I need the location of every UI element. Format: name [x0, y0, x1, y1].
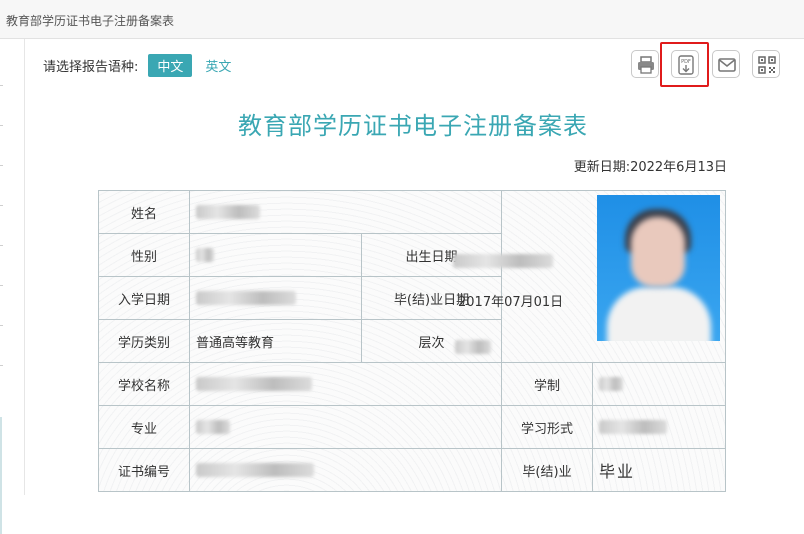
language-label: 请选择报告语种:: [43, 59, 139, 75]
photo-face: [631, 217, 685, 287]
study-form-label: 学习形式: [501, 405, 593, 449]
redacted-value: [599, 420, 667, 434]
photo-body: [607, 287, 711, 341]
pdf-button-highlight: [660, 42, 709, 87]
language-selector: 请选择报告语种: 中文 英文: [43, 53, 240, 77]
print-icon: [638, 56, 654, 74]
status-label: 毕(结)业: [501, 448, 593, 492]
redacted-value: [599, 377, 623, 391]
sidebar-tick: [0, 325, 3, 326]
window-titlebar: 教育部学历证书电子注册备案表: [0, 0, 804, 39]
update-date: 更新日期:2022年6月13日: [573, 160, 727, 175]
major-value: [189, 405, 502, 449]
redacted-value: [196, 377, 312, 391]
duration-value: [592, 362, 726, 406]
enroll-value: [189, 276, 362, 320]
redacted-value: [196, 248, 214, 262]
email-button[interactable]: [712, 50, 740, 78]
birth-value: [453, 250, 553, 269]
sidebar-tick: [0, 365, 3, 366]
window-title: 教育部学历证书电子注册备案表: [6, 14, 175, 28]
sidebar-tick: [0, 165, 3, 166]
qrcode-button[interactable]: [752, 50, 780, 78]
major-label: 专业: [98, 405, 190, 449]
sidebar-tick: [0, 205, 3, 206]
sidebar-tick: [0, 85, 3, 86]
name-label: 姓名: [98, 190, 190, 234]
status-value: 毕业: [592, 448, 726, 492]
graduate-value: 2017年07月01日: [458, 295, 564, 310]
cert-value: [189, 448, 502, 492]
table-row: 专业 学习形式: [98, 405, 726, 449]
table-row: 学校名称 学制: [98, 362, 726, 406]
study-form-value: [592, 405, 726, 449]
qrcode-icon: [758, 56, 776, 74]
redacted-value: [196, 463, 314, 477]
document-title: 教育部学历证书电子注册备案表: [238, 112, 588, 140]
name-value: [189, 190, 502, 234]
email-icon: [718, 58, 736, 72]
redacted-value: [196, 420, 230, 434]
duration-label: 学制: [501, 362, 593, 406]
table-row: 证书编号 毕(结)业 毕业: [98, 448, 726, 492]
language-chinese-button[interactable]: 中文: [148, 53, 193, 77]
redacted-value: [196, 205, 260, 219]
gender-label: 性别: [98, 233, 190, 277]
cert-label: 证书编号: [98, 448, 190, 492]
redacted-value: [453, 253, 553, 268]
redacted-value: [196, 291, 296, 305]
school-value: [189, 362, 502, 406]
redacted-value: [455, 339, 491, 354]
category-value: 普通高等教育: [189, 319, 362, 363]
school-label: 学校名称: [98, 362, 190, 406]
sidebar-tick: [0, 245, 3, 246]
level-value: [455, 336, 491, 355]
print-button[interactable]: [631, 50, 659, 78]
gender-value: [189, 233, 362, 277]
sidebar-tick: [0, 285, 3, 286]
language-english-button[interactable]: 英文: [196, 54, 240, 77]
enroll-label: 入学日期: [98, 276, 190, 320]
student-photo: [597, 195, 720, 341]
sidebar-selected-marker: [0, 417, 2, 534]
category-label: 学历类别: [98, 319, 190, 363]
